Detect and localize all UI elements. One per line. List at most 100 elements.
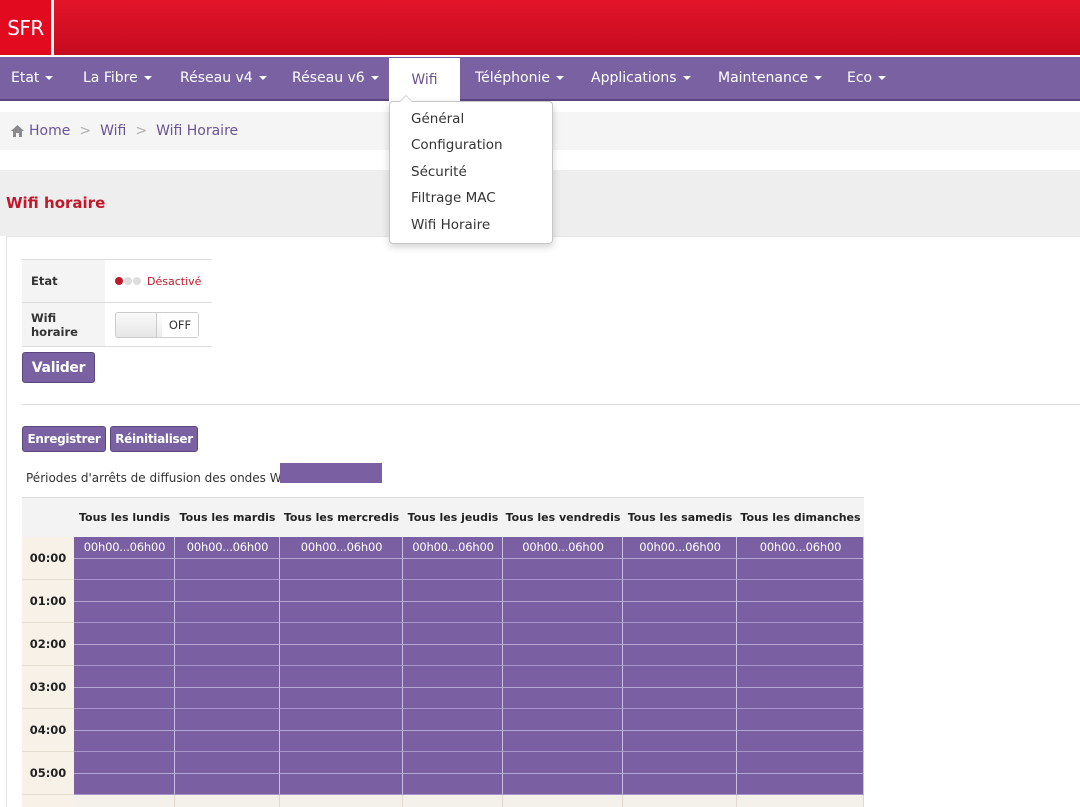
- schedule-slot[interactable]: [74, 752, 175, 774]
- enregistrer-button[interactable]: Enregistrer: [22, 426, 106, 452]
- schedule-slot[interactable]: [737, 730, 864, 752]
- nav-eco[interactable]: Eco: [847, 57, 887, 99]
- schedule-slot[interactable]: [623, 709, 737, 731]
- schedule-slot[interactable]: [280, 773, 403, 795]
- nav-applications[interactable]: Applications: [591, 57, 691, 99]
- schedule-slot[interactable]: [74, 709, 175, 731]
- schedule-slot[interactable]: [403, 644, 503, 666]
- nav-etat[interactable]: Etat: [11, 57, 54, 99]
- schedule-slot[interactable]: [175, 580, 280, 602]
- nav-la-fibre[interactable]: La Fibre: [83, 57, 152, 99]
- wifi-horaire-toggle[interactable]: OFF: [115, 311, 199, 338]
- breadcrumb-wifi[interactable]: Wifi: [100, 123, 126, 139]
- schedule-slot[interactable]: [403, 795, 503, 807]
- schedule-slot[interactable]: [623, 580, 737, 602]
- schedule-slot[interactable]: [280, 580, 403, 602]
- schedule-slot[interactable]: [280, 644, 403, 666]
- schedule-slot[interactable]: [503, 580, 623, 602]
- schedule-slot[interactable]: [175, 623, 280, 645]
- sfr-logo[interactable]: SFR: [0, 0, 54, 55]
- schedule-slot[interactable]: [737, 687, 864, 709]
- schedule-slot[interactable]: [503, 730, 623, 752]
- schedule-slot[interactable]: [74, 666, 175, 688]
- schedule-slot[interactable]: [403, 709, 503, 731]
- schedule-slot[interactable]: [280, 687, 403, 709]
- schedule-slot[interactable]: [175, 752, 280, 774]
- schedule-slot[interactable]: [503, 687, 623, 709]
- schedule-slot[interactable]: [503, 773, 623, 795]
- schedule-slot[interactable]: [74, 580, 175, 602]
- schedule-slot[interactable]: [403, 580, 503, 602]
- schedule-slot[interactable]: [403, 773, 503, 795]
- schedule-slot[interactable]: [403, 666, 503, 688]
- schedule-slot[interactable]: [280, 709, 403, 731]
- schedule-slot[interactable]: [503, 623, 623, 645]
- schedule-slot[interactable]: [280, 795, 403, 807]
- schedule-slot[interactable]: [737, 601, 864, 623]
- schedule-slot[interactable]: [623, 666, 737, 688]
- valider-button[interactable]: Valider: [22, 352, 95, 383]
- nav-telephonie[interactable]: Téléphonie: [475, 57, 564, 99]
- schedule-slot[interactable]: [74, 558, 175, 580]
- schedule-slot[interactable]: [737, 580, 864, 602]
- menu-item-wifi-horaire[interactable]: Wifi Horaire: [411, 217, 490, 233]
- schedule-slot[interactable]: [503, 795, 623, 807]
- schedule-slot[interactable]: [623, 623, 737, 645]
- schedule-slot[interactable]: [175, 644, 280, 666]
- schedule-slot[interactable]: [175, 709, 280, 731]
- schedule-slot[interactable]: [175, 687, 280, 709]
- schedule-slot[interactable]: [280, 752, 403, 774]
- schedule-slot[interactable]: [503, 601, 623, 623]
- menu-item-filtrage-mac[interactable]: Filtrage MAC: [411, 190, 496, 206]
- schedule-slot[interactable]: [737, 709, 864, 731]
- schedule-slot[interactable]: [280, 623, 403, 645]
- schedule-slot[interactable]: [74, 773, 175, 795]
- schedule-slot[interactable]: [403, 623, 503, 645]
- schedule-slot[interactable]: [623, 795, 737, 807]
- nav-maintenance[interactable]: Maintenance: [718, 57, 823, 99]
- schedule-slot[interactable]: [175, 795, 280, 807]
- schedule-slot[interactable]: [737, 773, 864, 795]
- menu-item-configuration[interactable]: Configuration: [411, 137, 503, 153]
- menu-item-securite[interactable]: Sécurité: [411, 164, 467, 180]
- schedule-slot[interactable]: [175, 558, 280, 580]
- schedule-slot[interactable]: [403, 558, 503, 580]
- schedule-slot[interactable]: [623, 773, 737, 795]
- schedule-slot[interactable]: [737, 644, 864, 666]
- schedule-slot[interactable]: [737, 558, 864, 580]
- schedule-slot[interactable]: [403, 730, 503, 752]
- schedule-slot[interactable]: [403, 601, 503, 623]
- schedule-slot[interactable]: [74, 687, 175, 709]
- schedule-slot[interactable]: [403, 687, 503, 709]
- schedule-slot[interactable]: [175, 773, 280, 795]
- schedule-slot[interactable]: [74, 644, 175, 666]
- schedule-slot[interactable]: [737, 623, 864, 645]
- nav-reseau-v4[interactable]: Réseau v4: [180, 57, 267, 99]
- schedule-slot[interactable]: [503, 752, 623, 774]
- schedule-slot[interactable]: [737, 752, 864, 774]
- schedule-slot[interactable]: [623, 687, 737, 709]
- schedule-slot[interactable]: [623, 644, 737, 666]
- schedule-slot[interactable]: [503, 644, 623, 666]
- breadcrumb-wifi-horaire[interactable]: Wifi Horaire: [156, 123, 238, 139]
- schedule-slot[interactable]: [74, 795, 175, 807]
- schedule-slot[interactable]: [74, 623, 175, 645]
- schedule-slot[interactable]: [175, 730, 280, 752]
- schedule-slot[interactable]: [623, 558, 737, 580]
- schedule-slot[interactable]: [503, 666, 623, 688]
- schedule-slot[interactable]: [503, 709, 623, 731]
- schedule-slot[interactable]: [280, 730, 403, 752]
- nav-reseau-v6[interactable]: Réseau v6: [292, 57, 379, 99]
- breadcrumb-home[interactable]: Home: [29, 123, 70, 139]
- schedule-slot[interactable]: [74, 601, 175, 623]
- schedule-slot[interactable]: [280, 558, 403, 580]
- schedule-slot[interactable]: [623, 752, 737, 774]
- schedule-slot[interactable]: [503, 558, 623, 580]
- schedule-slot[interactable]: [737, 666, 864, 688]
- schedule-slot[interactable]: [280, 601, 403, 623]
- schedule-slot[interactable]: [175, 601, 280, 623]
- schedule-slot[interactable]: [175, 666, 280, 688]
- schedule-slot[interactable]: [280, 666, 403, 688]
- schedule-slot[interactable]: [623, 601, 737, 623]
- reinitialiser-button[interactable]: Réinitialiser: [110, 426, 198, 452]
